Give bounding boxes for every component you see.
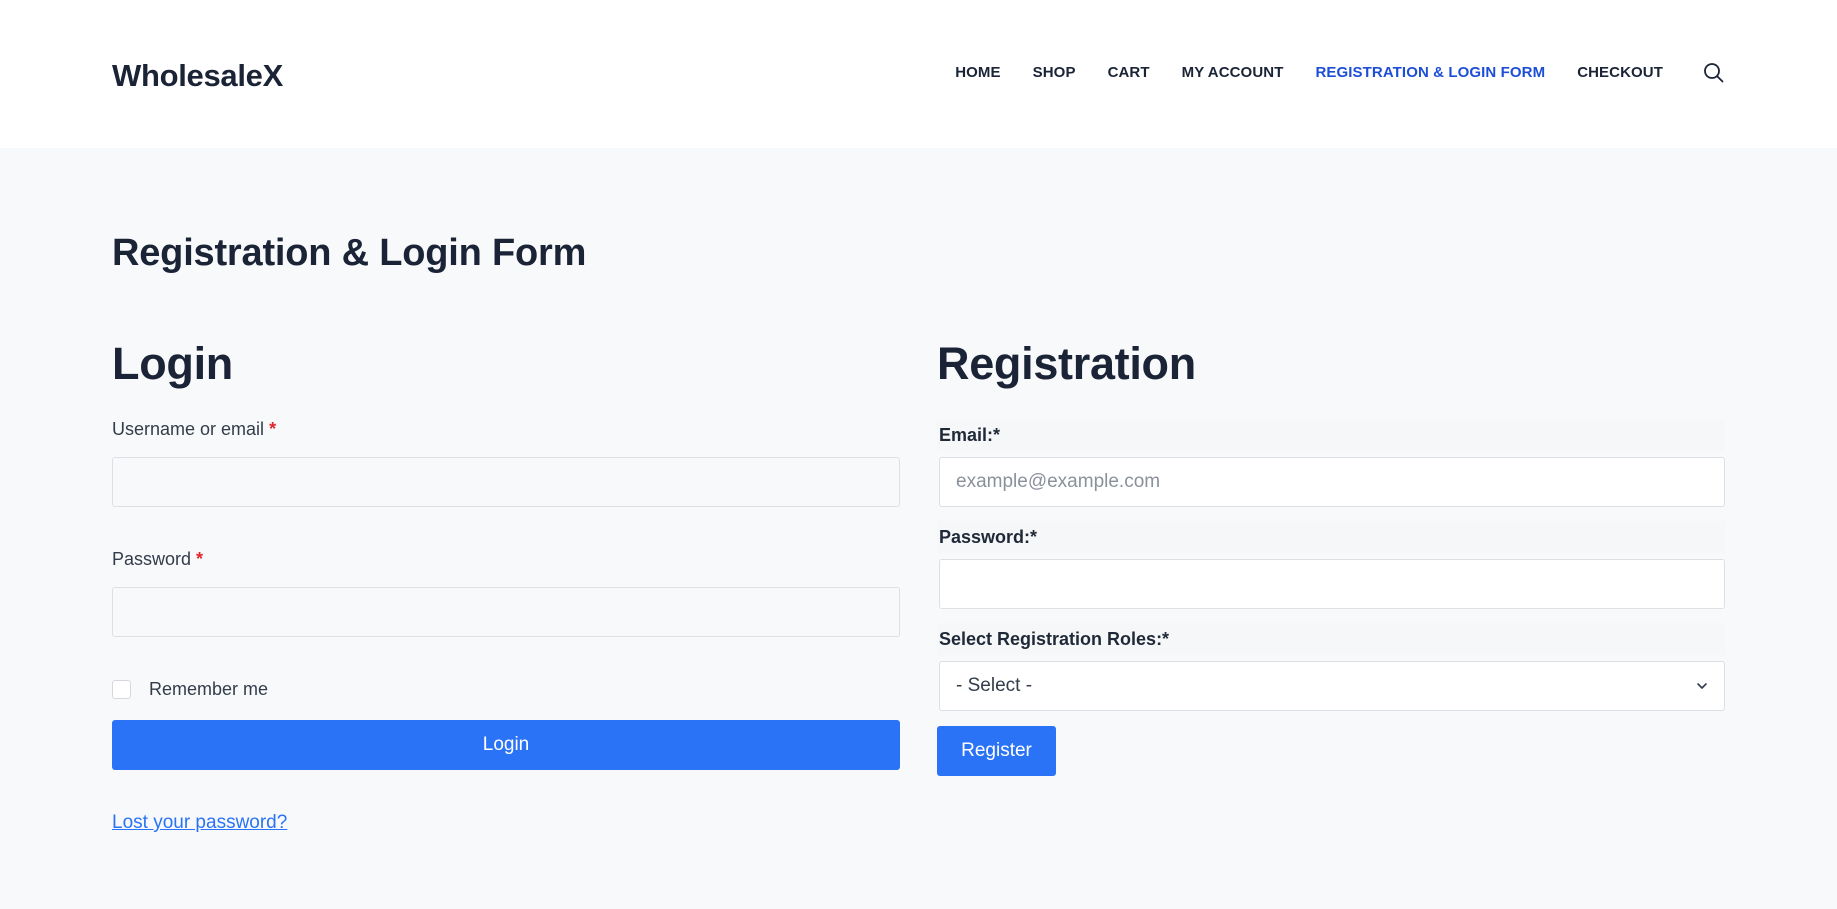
required-mark: *: [196, 549, 204, 569]
reg-roles-label: Select Registration Roles:*: [937, 623, 1725, 655]
password-label: Password *: [112, 549, 900, 570]
nav-item-checkout[interactable]: CHECKOUT: [1577, 64, 1663, 81]
reg-password-input[interactable]: [939, 559, 1725, 609]
username-input[interactable]: [112, 457, 900, 507]
login-section: Login Username or email * Password * Rem…: [112, 337, 900, 834]
search-icon[interactable]: [1701, 60, 1725, 84]
nav-item-my-account[interactable]: MY ACCOUNT: [1182, 64, 1284, 81]
nav-item-registration-login[interactable]: REGISTRATION & LOGIN FORM: [1315, 64, 1545, 81]
chevron-down-icon: [1696, 677, 1708, 695]
required-mark: *: [269, 419, 277, 439]
password-input[interactable]: [112, 587, 900, 637]
page-title: Registration & Login Form: [112, 232, 587, 274]
registration-title: Registration: [937, 338, 1196, 389]
nav-item-shop[interactable]: SHOP: [1033, 64, 1076, 81]
reg-email-input[interactable]: [939, 457, 1725, 507]
remember-me-row: Remember me: [112, 679, 900, 700]
registration-section: Registration Email:* Password:* Select R…: [937, 337, 1725, 834]
lost-password-link[interactable]: Lost your password?: [112, 812, 287, 834]
reg-email-label: Email:*: [937, 419, 1725, 451]
main-nav: HOME SHOP CART MY ACCOUNT REGISTRATION &…: [923, 60, 1725, 84]
register-button[interactable]: Register: [937, 726, 1056, 776]
username-label-text: Username or email: [112, 419, 265, 439]
site-header: WholesaleX HOME SHOP CART MY ACCOUNT REG…: [0, 0, 1837, 148]
login-title: Login: [112, 338, 233, 389]
login-button[interactable]: Login: [112, 720, 900, 770]
nav-item-home[interactable]: HOME: [955, 64, 1000, 81]
reg-password-label: Password:*: [937, 521, 1725, 553]
main-content: Registration & Login Form Login Username…: [0, 232, 1837, 834]
nav-item-cart[interactable]: CART: [1108, 64, 1150, 81]
username-label: Username or email *: [112, 419, 900, 440]
reg-roles-selected: - Select -: [956, 675, 1033, 696]
remember-me-checkbox[interactable]: [112, 680, 131, 699]
password-label-text: Password: [112, 549, 192, 569]
site-logo[interactable]: WholesaleX: [112, 58, 283, 94]
form-columns: Login Username or email * Password * Rem…: [112, 337, 1725, 834]
reg-roles-select[interactable]: - Select -: [939, 661, 1725, 711]
remember-me-label[interactable]: Remember me: [149, 679, 268, 700]
